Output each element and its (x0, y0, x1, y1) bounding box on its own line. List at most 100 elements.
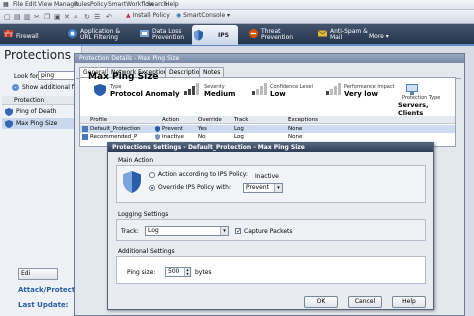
general-panel: Max Ping Size Type Protocol Anomaly Seve… (79, 72, 456, 147)
menu-help[interactable]: Help (165, 1, 179, 8)
search-input[interactable]: ping (38, 71, 78, 80)
blade-tab-bar: Firewall Application & URL Filtering Dat… (0, 24, 474, 46)
tab-data-loss-prevention[interactable]: Data Loss Prevention (138, 25, 190, 45)
help-button[interactable]: Help (392, 296, 426, 308)
column-track[interactable]: Track (234, 116, 248, 124)
capture-packets-checkbox[interactable]: ✓ (235, 228, 241, 235)
menu-view[interactable]: View (38, 1, 52, 8)
menu-file[interactable]: File (13, 1, 23, 8)
undo-icon[interactable]: ↶ (106, 13, 112, 21)
menu-policy[interactable]: Policy (90, 1, 107, 8)
cut-icon[interactable]: ✂ (34, 13, 40, 21)
threat-prevention-icon (248, 28, 259, 39)
tab-anti-spam-mail[interactable]: Anti-Spam & Mail (316, 25, 372, 45)
chevron-down-icon[interactable]: ⌄ (12, 84, 19, 91)
list-item[interactable]: Max Ping Size (2, 118, 80, 129)
application-filter-icon (67, 28, 78, 39)
ping-size-value: 500 (168, 268, 180, 275)
column-action[interactable]: Action (162, 116, 179, 124)
column-profile[interactable]: Profile (90, 116, 107, 124)
menu-edit[interactable]: Edit (25, 1, 37, 8)
ok-button[interactable]: OK (304, 296, 338, 308)
cell-profile: Default_Protection (90, 126, 141, 132)
menu-bar: ▦ File Edit View Manage Rules Policy Sma… (0, 0, 474, 10)
tab-notes[interactable]: Notes (199, 67, 225, 77)
protection-shield-icon (5, 108, 13, 116)
list-item[interactable]: Ping of Death (2, 106, 80, 117)
tab-threat-prevention[interactable]: Threat Prevention (247, 25, 303, 45)
refresh-icon[interactable]: ↻ (84, 13, 90, 21)
table-row[interactable]: Recommended_P Inactive No Log None (80, 133, 455, 141)
override-action-select[interactable]: Prevent ▾ (243, 183, 283, 193)
additional-settings-group: Ping size: 500 ▴ ▾ bytes (116, 256, 426, 284)
radio-ips-policy[interactable] (149, 172, 155, 178)
dlp-icon (139, 28, 150, 39)
edit-button[interactable]: Edi (18, 268, 58, 280)
track-label: Track: (121, 228, 139, 235)
protection-name: Max Ping Size (88, 72, 159, 82)
track-select[interactable]: Log ▾ (145, 226, 229, 236)
ips-policy-value: Inactive (255, 173, 279, 180)
severity-value: Medium (204, 90, 236, 98)
profile-icon (82, 126, 88, 132)
ping-size-input[interactable]: 500 ▴ ▾ (165, 267, 191, 277)
protection-column-header[interactable]: Protection (2, 96, 80, 105)
column-exceptions[interactable]: Exceptions (288, 116, 318, 124)
action-shield-icon (155, 134, 160, 140)
table-row[interactable]: Default_Protection Prevent Yes Log None (80, 125, 455, 133)
copy-icon[interactable]: ❐ (44, 13, 50, 21)
radio-override-policy-label: Override IPS Policy with: (158, 184, 231, 191)
find-icon[interactable]: ⌕ (74, 13, 78, 22)
cell-track: Log (234, 134, 244, 140)
radio-override-policy[interactable] (149, 185, 155, 191)
properties-icon[interactable]: ☰ (94, 13, 100, 21)
profiles-table-header: Profile Action Override Track Exceptions (80, 116, 455, 124)
anti-spam-icon (317, 28, 328, 39)
profile-icon (82, 134, 88, 140)
install-policy-button[interactable]: ▲ Install Policy (126, 12, 170, 19)
performance-icon (326, 83, 342, 95)
tab-ips[interactable]: IPS (192, 25, 238, 45)
cancel-button[interactable]: Cancel (348, 296, 382, 308)
main-action-label: Main Action (118, 157, 154, 164)
tab-application-url-filtering[interactable]: Application & URL Filtering (66, 25, 132, 45)
column-override[interactable]: Override (198, 116, 222, 124)
protections-pane: Protections Look for: ping ⌄ Show additi… (0, 46, 82, 316)
protection-type-value: Servers, Clients (398, 101, 429, 117)
cell-profile: Recommended_P (90, 134, 138, 140)
cell-exceptions: None (288, 134, 303, 140)
last-update-label: Last Update: (18, 301, 69, 309)
new-icon[interactable]: ▢ (4, 13, 11, 21)
type-value: Protocol Anomaly (110, 90, 180, 98)
show-additional-filters-link[interactable]: Show additional filt (22, 84, 80, 91)
confidence-icon (252, 83, 268, 95)
smartconsole-menu-button[interactable]: ◉ SmartConsole ▾ (176, 12, 230, 19)
page-title: Protections (4, 48, 71, 62)
ips-shield-icon (123, 171, 141, 193)
track-value: Log (148, 227, 159, 234)
delete-icon[interactable]: ✕ (64, 13, 70, 21)
ips-shield-icon (193, 29, 204, 41)
logging-settings-label: Logging Settings (118, 211, 169, 218)
tab-more[interactable]: More ▾ (366, 25, 396, 45)
attack-protection-label: Attack/Protecti (18, 286, 78, 294)
main-action-group: Action according to IPS Policy: Inactive… (116, 165, 426, 203)
dialog-title: Protection Details - Max Ping Size (75, 54, 464, 63)
cell-exceptions: None (288, 126, 303, 132)
paste-icon[interactable]: ▣ (54, 13, 61, 21)
chevron-down-icon: ▾ (220, 227, 228, 235)
protection-type-server-icon (406, 84, 418, 95)
dialog-title: Protections Settings - Default_Protectio… (108, 143, 433, 152)
spinner-icon[interactable]: ▴ ▾ (184, 268, 190, 276)
open-icon[interactable]: ▤ (14, 13, 21, 21)
tab-firewall[interactable]: Firewall (2, 25, 52, 45)
save-icon[interactable]: ▥ (24, 13, 31, 21)
list-item-label: Ping of Death (16, 108, 57, 115)
protection-shield-icon (5, 120, 13, 128)
cell-override: Yes (198, 126, 207, 132)
performance-value: Very low (344, 90, 378, 98)
ping-size-label: Ping size: (127, 269, 156, 276)
app-menu-icon[interactable]: ▦ (3, 1, 9, 8)
menu-rules[interactable]: Rules (74, 1, 90, 8)
bytes-label: bytes (195, 269, 212, 276)
